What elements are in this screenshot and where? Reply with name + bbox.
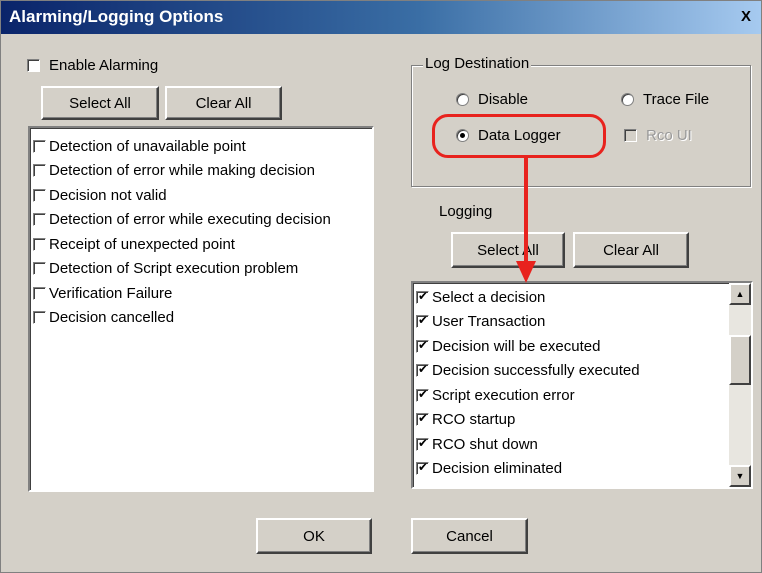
logging-item-label: Script execution error xyxy=(432,386,575,404)
alarming-list-item[interactable]: Decision cancelled xyxy=(30,306,372,331)
alarming-item-checkbox[interactable] xyxy=(33,188,46,202)
enable-alarming-check[interactable] xyxy=(27,59,40,72)
alarming-item-checkbox[interactable] xyxy=(33,262,46,276)
alarming-list-item[interactable]: Verification Failure xyxy=(30,281,372,306)
scroll-thumb[interactable] xyxy=(729,335,751,385)
logging-item-label: Decision successfully executed xyxy=(432,362,640,380)
scroll-down-arrow-icon[interactable]: ▼ xyxy=(729,465,751,487)
window-title: Alarming/Logging Options xyxy=(9,7,224,26)
logging-list-item[interactable]: Decision will be executed xyxy=(413,334,751,359)
ok-button[interactable]: OK xyxy=(256,518,372,554)
disable-radio-button[interactable] xyxy=(456,93,469,106)
alarming-item-label: Decision not valid xyxy=(49,186,167,204)
alarming-item-checkbox[interactable] xyxy=(33,311,46,325)
logging-item-checkbox[interactable] xyxy=(416,411,429,427)
rco-ui-check xyxy=(624,129,637,142)
alarming-list-item[interactable]: Decision not valid xyxy=(30,183,372,208)
logging-scrollbar[interactable]: ▲ ▼ xyxy=(729,283,751,487)
alarming-select-all-button[interactable]: Select All xyxy=(41,86,159,120)
logging-item-checkbox[interactable] xyxy=(416,387,429,402)
logging-list-item[interactable]: Script execution error xyxy=(413,383,751,408)
trace-file-radio[interactable]: Trace File xyxy=(621,91,709,108)
alarming-item-checkbox[interactable] xyxy=(33,164,46,178)
logging-item-label: User Transaction xyxy=(432,313,546,331)
logging-item-label: Decision will be executed xyxy=(432,337,601,355)
alarming-item-checkbox[interactable] xyxy=(33,286,46,300)
alarming-list-item[interactable]: Receipt of unexpected point xyxy=(30,232,372,257)
disable-radio-label: Disable xyxy=(478,91,529,108)
logging-item-label: RCO shut down xyxy=(432,435,538,453)
alarming-list-item[interactable]: Detection of error while making decision xyxy=(30,159,372,184)
disable-radio[interactable]: Disable xyxy=(456,91,528,108)
alarming-item-checkbox[interactable] xyxy=(33,237,46,251)
dialog-window: Alarming/Logging Options X Enable Alarmi… xyxy=(0,0,762,573)
alarming-item-label: Verification Failure xyxy=(49,284,173,302)
logging-list-item[interactable]: Select a decision xyxy=(413,285,751,310)
trace-file-radio-label: Trace File xyxy=(643,91,710,108)
alarming-item-label: Detection of Script execution problem xyxy=(49,260,299,278)
logging-item-checkbox[interactable] xyxy=(416,362,429,378)
logging-item-label: Decision eliminated xyxy=(432,460,563,478)
close-button[interactable]: X xyxy=(737,8,755,26)
logging-item-checkbox[interactable] xyxy=(416,460,429,476)
logging-list-item[interactable]: Decision eliminated xyxy=(413,457,751,482)
alarming-item-checkbox[interactable] xyxy=(33,213,46,227)
logging-item-checkbox[interactable] xyxy=(416,436,429,451)
alarming-list-item[interactable]: Detection of error while executing decis… xyxy=(30,208,372,233)
alarming-item-label: Decision cancelled xyxy=(49,309,175,327)
annotation-highlight-ring xyxy=(432,114,606,158)
logging-list-item[interactable]: Decision successfully executed xyxy=(413,359,751,384)
logging-list-item[interactable]: RCO shut down xyxy=(413,432,751,457)
rco-ui-checkbox: Rco UI xyxy=(624,127,692,144)
alarming-list-item[interactable]: Detection of Script execution problem xyxy=(30,257,372,282)
logging-list-item[interactable]: RCO startup xyxy=(413,408,751,433)
scroll-up-arrow-icon[interactable]: ▲ xyxy=(729,283,751,305)
annotation-arrow-icon xyxy=(516,157,536,283)
title-bar[interactable]: Alarming/Logging Options X xyxy=(1,1,761,34)
logging-label: Logging xyxy=(439,203,493,220)
logging-item-label: Select a decision xyxy=(432,288,546,306)
logging-list[interactable]: Select a decision User Transaction Decisio… xyxy=(411,281,753,489)
logging-select-all-button[interactable]: Select All xyxy=(451,232,565,268)
alarming-list-item[interactable]: Detection of unavailable point xyxy=(30,134,372,159)
alarming-item-label: Detection of unavailable point xyxy=(49,137,246,155)
enable-alarming-label: Enable Alarming xyxy=(49,57,159,74)
alarming-item-label: Detection of error while making decision xyxy=(49,162,315,180)
rco-ui-label: Rco UI xyxy=(646,127,692,144)
enable-alarming-checkbox[interactable]: Enable Alarming xyxy=(27,57,158,74)
log-destination-label: Log Destination xyxy=(423,55,532,72)
logging-list-item[interactable]: User Transaction xyxy=(413,310,751,335)
cancel-button[interactable]: Cancel xyxy=(411,518,528,554)
logging-item-checkbox[interactable] xyxy=(416,289,429,304)
alarming-item-label: Detection of error while executing decis… xyxy=(49,211,331,229)
logging-item-checkbox[interactable] xyxy=(416,313,429,329)
alarming-clear-all-button[interactable]: Clear All xyxy=(165,86,282,120)
alarming-item-label: Receipt of unexpected point xyxy=(49,235,235,253)
logging-item-checkbox[interactable] xyxy=(416,338,429,353)
alarming-list[interactable]: Detection of unavailable point Detection … xyxy=(28,126,374,492)
trace-file-radio-button[interactable] xyxy=(621,93,634,106)
alarming-item-checkbox[interactable] xyxy=(33,139,46,153)
logging-clear-all-button[interactable]: Clear All xyxy=(573,232,689,268)
logging-item-label: RCO startup xyxy=(432,411,516,429)
